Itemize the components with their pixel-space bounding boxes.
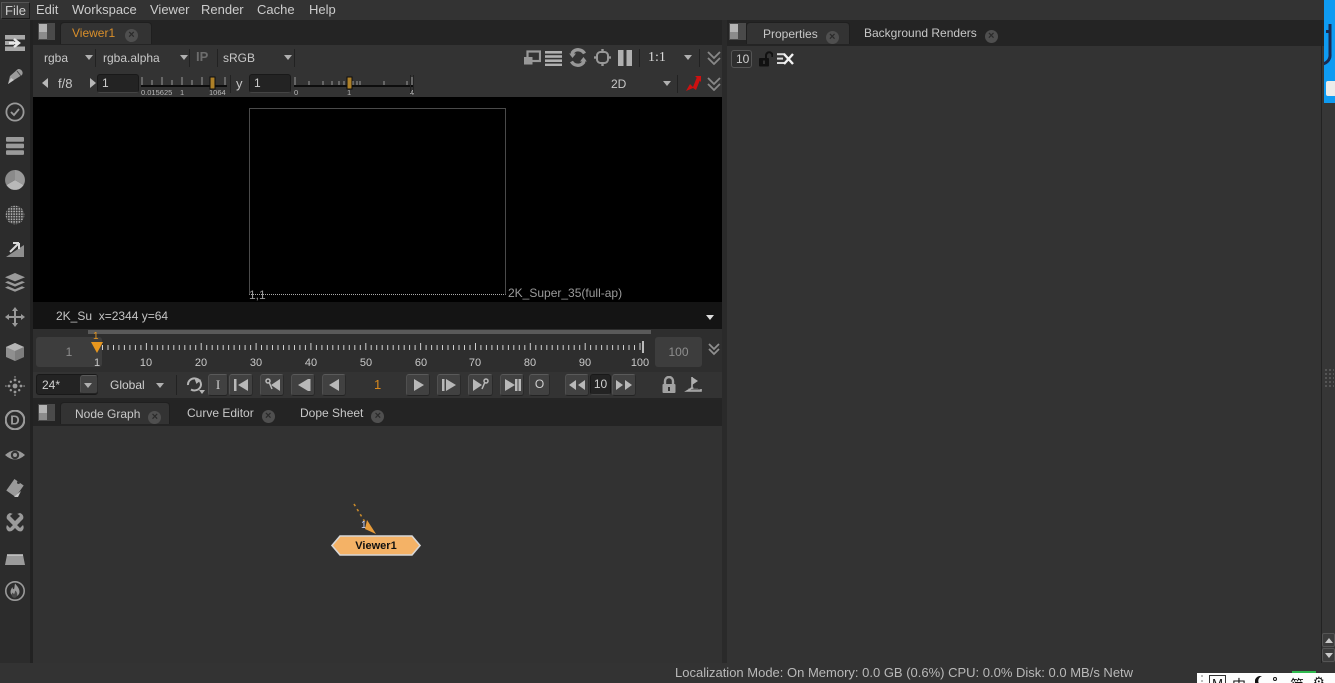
svg-text:0: 0 — [294, 88, 298, 96]
svg-text:Viewer1: Viewer1 — [355, 540, 396, 552]
svg-text:1: 1 — [180, 88, 184, 96]
svg-text:1064: 1064 — [209, 88, 226, 96]
svg-text:20: 20 — [195, 357, 207, 369]
svg-text:D: D — [10, 413, 19, 428]
svg-text:90: 90 — [579, 357, 591, 369]
svg-text:10: 10 — [140, 357, 152, 369]
svg-text:40: 40 — [305, 357, 317, 369]
svg-text:80: 80 — [524, 357, 536, 369]
svg-text:70: 70 — [469, 357, 481, 369]
svg-text:50: 50 — [360, 357, 372, 369]
svg-text:0.015625: 0.015625 — [141, 88, 172, 96]
svg-text:30: 30 — [250, 357, 262, 369]
svg-text:60: 60 — [415, 357, 427, 369]
svg-text:1: 1 — [347, 88, 351, 96]
svg-text:1: 1 — [94, 357, 100, 369]
svg-text:100: 100 — [631, 357, 649, 369]
svg-text:1: 1 — [93, 331, 99, 342]
